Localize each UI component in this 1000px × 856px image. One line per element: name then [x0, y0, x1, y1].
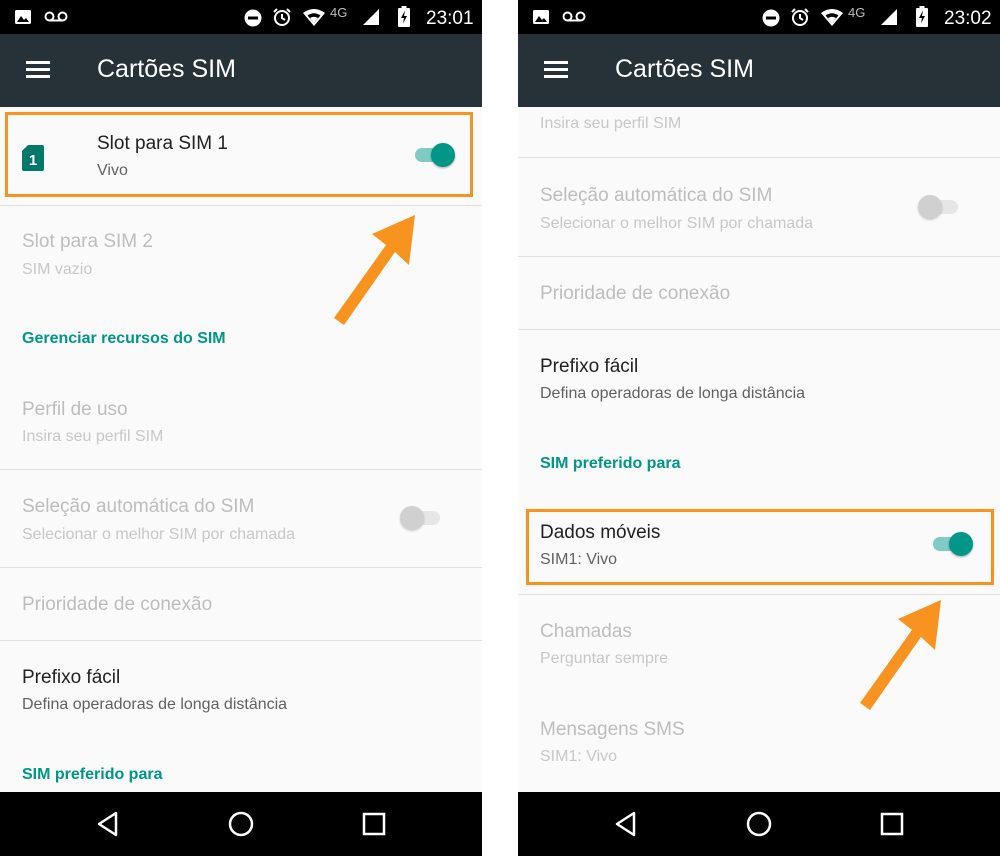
do-not-disturb-icon	[244, 9, 262, 27]
auto-sim-selection-row: Seleção automática do SIM Selecionar o m…	[518, 158, 1000, 255]
easy-prefix-subtitle: Defina operadoras de longa distância	[540, 385, 806, 402]
voicemail-icon	[562, 11, 586, 22]
calls-title: Chamadas	[540, 621, 632, 642]
connection-priority-row: Prioridade de conexão	[518, 257, 1000, 329]
mobile-data-subtitle: SIM1: Vivo	[540, 551, 618, 568]
menu-icon[interactable]	[26, 61, 50, 79]
auto-sim-selection-title: Seleção automática do SIM	[540, 185, 773, 206]
auto-sim-selection-toggle	[400, 505, 444, 531]
back-icon[interactable]	[610, 808, 642, 840]
status-time: 23:01	[426, 8, 474, 29]
signal-icon	[363, 9, 379, 25]
network-type-label: 4G	[330, 5, 348, 20]
home-icon[interactable]	[743, 808, 775, 840]
signal-icon	[881, 9, 897, 25]
connection-priority-title: Prioridade de conexão	[22, 594, 213, 615]
sim-slot-1-title: Slot para SIM 1	[97, 133, 228, 154]
image-icon	[15, 10, 31, 24]
mobile-data-title: Dados móveis	[540, 522, 661, 543]
section-manage-sim: Gerenciar recursos do SIM	[22, 330, 226, 347]
navigation-bar	[0, 792, 482, 856]
page-title: Cartões SIM	[97, 55, 236, 83]
connection-priority-title: Prioridade de conexão	[540, 283, 731, 304]
recents-icon[interactable]	[358, 808, 390, 840]
mobile-data-toggle[interactable]	[929, 531, 973, 557]
phone-screen-right: 4G 23:02 Cartões SIM Insira seu perfil S…	[518, 0, 1000, 856]
voicemail-icon	[44, 11, 68, 22]
usage-profile-subtitle: Insira seu perfil SIM	[540, 115, 682, 132]
pointer-arrow-icon	[334, 215, 415, 325]
navigation-bar	[518, 792, 1000, 856]
sim-slot-1-subtitle: Vivo	[97, 162, 128, 179]
mobile-data-row[interactable]: Dados móveis SIM1: Vivo	[518, 502, 1000, 599]
alarm-icon	[791, 8, 809, 26]
sim-slot-2-title: Slot para SIM 2	[22, 231, 153, 252]
connection-priority-row: Prioridade de conexão	[0, 568, 482, 640]
sim-card-number: 1	[29, 152, 37, 169]
app-bar: Cartões SIM	[0, 34, 482, 107]
usage-profile-title: Perfil de uso	[22, 399, 128, 420]
section-preferred-sim: SIM preferido para	[540, 455, 681, 472]
do-not-disturb-icon	[762, 9, 780, 27]
status-bar: 4G 23:01	[0, 0, 482, 34]
easy-prefix-title: Prefixo fácil	[22, 667, 121, 688]
battery-charging-icon	[398, 6, 410, 27]
sim-slot-1-row[interactable]: 1 Slot para SIM 1 Vivo	[0, 107, 482, 207]
phone-screen-left: 4G 23:01 Cartões SIM 1 Slot para SIM 1 V…	[0, 0, 482, 856]
auto-sim-selection-title: Seleção automática do SIM	[22, 496, 255, 517]
app-bar: Cartões SIM	[518, 34, 1000, 107]
recents-icon[interactable]	[876, 808, 908, 840]
sim-slot-1-toggle[interactable]	[411, 142, 455, 168]
wifi-icon	[303, 9, 325, 26]
easy-prefix-row[interactable]: Prefixo fácil Defina operadoras de longa…	[0, 641, 482, 737]
page-title: Cartões SIM	[615, 55, 754, 83]
status-time: 23:02	[944, 8, 992, 29]
usage-profile-row: Perfil de uso Insira seu perfil SIM	[0, 372, 482, 467]
wifi-icon	[821, 9, 843, 26]
auto-sim-selection-subtitle: Selecionar o melhor SIM por chamada	[22, 526, 296, 543]
auto-sim-selection-toggle	[918, 194, 962, 220]
easy-prefix-title: Prefixo fácil	[540, 356, 639, 377]
usage-profile-subtitle: Insira seu perfil SIM	[22, 428, 164, 445]
status-bar: 4G 23:02	[518, 0, 1000, 34]
back-icon[interactable]	[92, 808, 124, 840]
auto-sim-selection-row: Seleção automática do SIM Selecionar o m…	[0, 470, 482, 567]
calls-subtitle: Perguntar sempre	[540, 650, 669, 667]
home-icon[interactable]	[225, 808, 257, 840]
sim-card-icon: 1	[22, 145, 44, 171]
menu-icon[interactable]	[544, 61, 568, 79]
sim-slot-2-subtitle: SIM vazio	[22, 261, 93, 278]
usage-profile-row: Insira seu perfil SIM	[518, 107, 1000, 157]
image-icon	[533, 10, 549, 24]
battery-charging-icon	[916, 6, 928, 27]
easy-prefix-subtitle: Defina operadoras de longa distância	[22, 696, 288, 713]
sms-subtitle: SIM1: Vivo	[540, 748, 618, 765]
sms-title: Mensagens SMS	[540, 719, 685, 740]
section-preferred-sim: SIM preferido para	[22, 766, 163, 783]
network-type-label: 4G	[848, 5, 866, 20]
auto-sim-selection-subtitle: Selecionar o melhor SIM por chamada	[540, 215, 814, 232]
pointer-arrow-icon	[860, 600, 941, 710]
easy-prefix-row[interactable]: Prefixo fácil Defina operadoras de longa…	[518, 330, 1000, 426]
alarm-icon	[273, 8, 291, 26]
